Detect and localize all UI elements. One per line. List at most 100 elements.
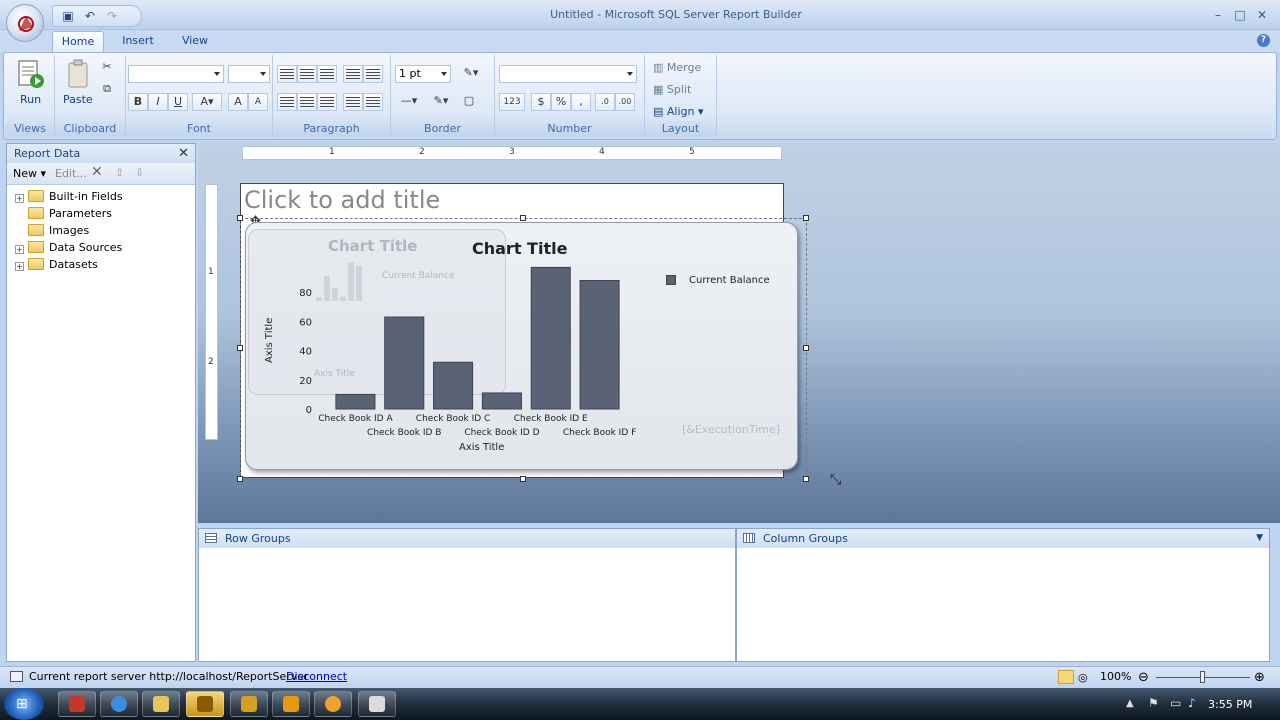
x-tick-label: Check Book ID B <box>367 428 441 438</box>
taskbar-app-document[interactable] <box>358 691 396 717</box>
resize-handle[interactable] <box>237 345 243 351</box>
align-center-button[interactable] <box>297 93 317 111</box>
expand-icon[interactable]: + <box>15 245 24 254</box>
border-style-icon[interactable]: —▾ <box>395 93 423 111</box>
start-button[interactable]: ⊞ <box>4 688 44 720</box>
resize-handle[interactable] <box>520 476 526 482</box>
decrease-indent-button[interactable] <box>343 65 363 83</box>
report-data-title: Report Data <box>14 147 81 160</box>
numbered-list-button[interactable] <box>343 93 363 111</box>
tree-item-parameters[interactable]: Parameters <box>15 206 112 222</box>
grow-font-button[interactable]: A <box>228 93 248 111</box>
resize-handle[interactable] <box>237 215 243 221</box>
minimize-button[interactable]: – <box>1210 8 1226 22</box>
number-format-combo[interactable] <box>499 65 637 83</box>
bullet-list-button[interactable] <box>363 93 383 111</box>
align-button[interactable]: ▤ Align ▾ <box>653 105 704 118</box>
bold-button[interactable]: B <box>128 93 148 111</box>
paste-button[interactable]: Paste <box>63 93 93 106</box>
increase-decimal-button[interactable]: .0 <box>595 93 615 111</box>
paste-icon[interactable] <box>65 59 95 91</box>
taskbar-app-outlook[interactable] <box>272 691 310 717</box>
zoom-in-icon[interactable]: ⊕ <box>1254 668 1265 688</box>
resize-handle[interactable] <box>520 215 526 221</box>
preview-view-icon[interactable]: ◎ <box>1078 668 1088 688</box>
comma-style-button[interactable]: , <box>571 93 591 111</box>
split-button[interactable]: ▦ Split <box>653 83 691 96</box>
tree-item-built-in-fields[interactable]: + Built-in Fields <box>15 189 123 205</box>
tree-item-datasets[interactable]: + Datasets <box>15 257 98 273</box>
clock[interactable]: 3:55 PM <box>1208 698 1252 711</box>
zoom-out-icon[interactable]: ⊖ <box>1138 668 1149 688</box>
taskbar-app-explorer[interactable] <box>142 691 180 717</box>
close-button[interactable]: ✕ <box>1254 8 1270 22</box>
expand-icon[interactable]: + <box>15 194 24 203</box>
currency-button[interactable]: $ <box>531 93 551 111</box>
italic-button[interactable]: I <box>148 93 168 111</box>
tab-view[interactable]: View <box>174 31 216 52</box>
font-name-combo[interactable] <box>128 65 224 83</box>
taskbar-app-reportbuilder[interactable] <box>58 691 96 717</box>
borders-icon[interactable]: ▢ <box>459 93 479 111</box>
tray-arrow-icon[interactable]: ▲ <box>1126 698 1134 709</box>
cut-icon[interactable]: ✂ <box>97 59 117 77</box>
chart[interactable]: Chart Title Current Balance Axis Title 0… <box>245 222 798 470</box>
design-view-icon[interactable] <box>1058 670 1074 684</box>
group-label-clipboard: Clipboard <box>55 121 125 137</box>
maximize-button[interactable]: □ <box>1232 8 1248 22</box>
underline-button[interactable]: U <box>168 93 188 111</box>
group-label-font: Font <box>126 121 272 137</box>
border-color-icon[interactable]: ✎▾ <box>457 65 485 83</box>
chart-title[interactable]: Chart Title <box>472 239 567 258</box>
zoom-slider-thumb[interactable] <box>1200 671 1205 683</box>
move-up-icon[interactable]: ⇧ <box>115 166 124 179</box>
percent-button[interactable]: % <box>551 93 571 111</box>
tab-insert[interactable]: Insert <box>114 31 162 52</box>
move-down-icon[interactable]: ⇩ <box>135 166 144 179</box>
resize-handle[interactable] <box>803 215 809 221</box>
align-bottom-button[interactable] <box>317 65 337 83</box>
border-width-combo[interactable]: 1 pt <box>395 65 451 83</box>
font-color-button[interactable]: A▾ <box>192 93 222 111</box>
y-axis-title[interactable]: Axis Title <box>264 318 275 363</box>
placeholder-format-button[interactable]: 123 <box>499 93 525 111</box>
tree-item-data-sources[interactable]: + Data Sources <box>15 240 122 256</box>
edit-button[interactable]: Edit... <box>55 167 87 180</box>
disconnect-link[interactable]: Disconnect <box>286 667 347 687</box>
align-right-button[interactable] <box>317 93 337 111</box>
decrease-decimal-button[interactable]: .00 <box>615 93 635 111</box>
report-title-placeholder[interactable]: Click to add title <box>244 186 440 214</box>
x-axis-title[interactable]: Axis Title <box>459 442 504 453</box>
align-left-button[interactable] <box>277 93 297 111</box>
new-button[interactable]: New ▾ <box>13 167 46 180</box>
delete-icon[interactable]: ✕ <box>91 164 103 180</box>
taskbar-app-tools[interactable] <box>230 691 268 717</box>
copy-icon[interactable]: ⧉ <box>97 81 117 99</box>
merge-button[interactable]: ▥ Merge <box>653 61 701 74</box>
expand-icon[interactable]: + <box>15 262 24 271</box>
taskbar-app-misc[interactable] <box>314 691 352 717</box>
resize-handle[interactable] <box>803 345 809 351</box>
help-icon[interactable]: ? <box>1257 34 1270 47</box>
increase-indent-button[interactable] <box>363 65 383 83</box>
run-icon[interactable] <box>16 59 46 91</box>
volume-icon[interactable]: ♪ <box>1188 696 1196 710</box>
run-button[interactable]: Run <box>20 93 41 106</box>
resize-handle[interactable] <box>803 476 809 482</box>
align-top-button[interactable] <box>277 65 297 83</box>
taskbar-app-active[interactable] <box>186 691 224 717</box>
line-color-icon[interactable]: ✎▾ <box>427 93 455 111</box>
grouping-dropdown-icon[interactable]: ▼ <box>1256 529 1263 548</box>
execution-time-field[interactable]: [&ExecutionTime] <box>682 423 780 436</box>
close-icon[interactable]: ✕ <box>178 144 189 163</box>
align-middle-button[interactable] <box>297 65 317 83</box>
tab-home[interactable]: Home <box>52 31 104 52</box>
display-icon[interactable]: ▭ <box>1170 696 1181 710</box>
tree-item-images[interactable]: Images <box>15 223 89 239</box>
font-size-combo[interactable] <box>228 65 270 83</box>
network-icon[interactable]: ⚑ <box>1148 696 1159 710</box>
application-button[interactable] <box>6 4 44 42</box>
taskbar-app-ie[interactable] <box>100 691 138 717</box>
shrink-font-button[interactable]: A <box>248 93 268 111</box>
resize-handle[interactable] <box>237 476 243 482</box>
